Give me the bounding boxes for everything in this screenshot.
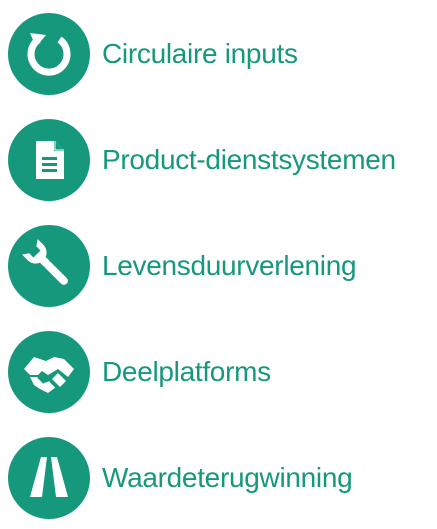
item-label: Deelplatforms [102, 356, 271, 387]
list-item-deelplatforms: Deelplatforms [8, 330, 271, 414]
document-icon [8, 119, 90, 201]
list-item-circulaire-inputs: Circulaire inputs [8, 12, 298, 96]
list-item-product-dienstsystemen: Product-dienstsystemen [8, 118, 396, 202]
item-label: Circulaire inputs [102, 38, 298, 69]
item-label: Waardeterugwinning [102, 462, 353, 493]
item-label: Product-dienstsystemen [102, 144, 396, 175]
list-item-levensduurverlening: Levensduurverlening [8, 224, 357, 308]
circular-strategies-list: Circulaire inputs Product-dienstsystemen [8, 0, 437, 529]
handshake-icon [8, 331, 90, 413]
wrench-icon [8, 225, 90, 307]
item-label: Levensduurverlening [102, 250, 357, 281]
circular-arrow-icon [8, 13, 90, 95]
road-icon [8, 437, 90, 519]
list-item-waardeterugwinning: Waardeterugwinning [8, 436, 353, 520]
